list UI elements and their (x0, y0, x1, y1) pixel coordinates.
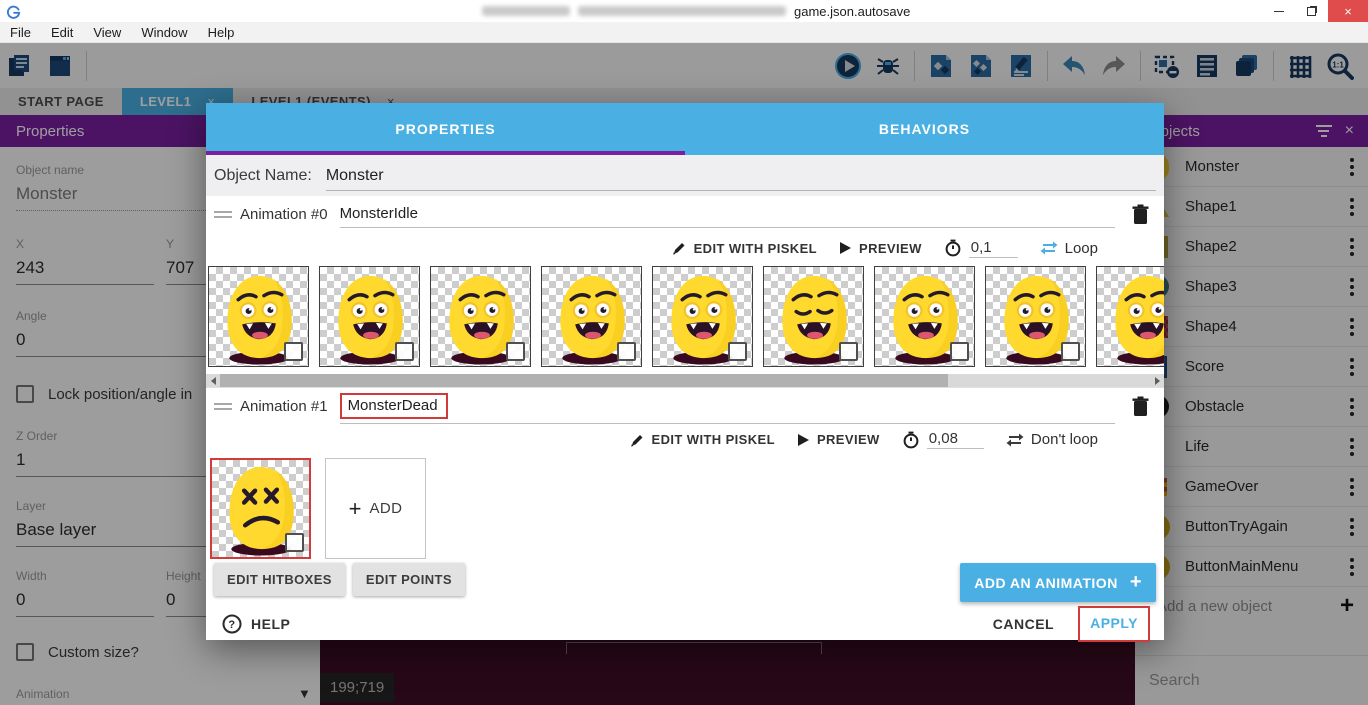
animation-1-controls: EDIT WITH PISKEL PREVIEW 0,08 Don't loop (206, 425, 1164, 454)
help-icon: ? (222, 614, 242, 634)
svg-text:?: ? (228, 619, 235, 631)
loop-toggle[interactable]: Loop (1040, 240, 1098, 257)
time-between-frames: 0,1 (944, 239, 1018, 258)
drag-handle-icon[interactable] (214, 403, 232, 410)
plus-icon: + (349, 496, 362, 522)
animation-frame[interactable] (652, 266, 753, 367)
animation-0-header: Animation #0 MonsterIdle (206, 196, 1164, 233)
pencil-icon (671, 240, 687, 256)
trash-icon (1131, 396, 1150, 417)
animation-frame[interactable] (319, 266, 420, 367)
animation-1-name-input[interactable]: MonsterDead (340, 393, 448, 419)
object-name-label: Object Name: (214, 167, 312, 185)
redacted-text (578, 6, 786, 16)
add-animation-button[interactable]: ADD AN ANIMATION + (960, 563, 1156, 602)
drag-handle-icon[interactable] (214, 211, 232, 218)
apply-button[interactable]: APPLY (1090, 615, 1138, 631)
window-title: game.json.autosave (482, 0, 910, 22)
frame-checkbox[interactable] (284, 342, 303, 361)
frame-checkbox[interactable] (285, 533, 304, 552)
loop-icon (1040, 240, 1058, 256)
menu-bar: File Edit View Window Help (0, 22, 1368, 43)
animation-frame[interactable] (874, 266, 975, 367)
minimize-button[interactable] (1262, 0, 1295, 22)
title-bar: game.json.autosave × (0, 0, 1368, 22)
scrollbar-thumb[interactable] (220, 374, 948, 387)
loop-label: Don't loop (1031, 431, 1098, 448)
cancel-button[interactable]: CANCEL (987, 608, 1060, 640)
animation-1-frames: +ADD (206, 454, 1164, 561)
active-tab-indicator (206, 151, 685, 155)
animation-frame[interactable] (763, 266, 864, 367)
menu-help[interactable]: Help (198, 25, 245, 40)
loop-toggle[interactable]: Don't loop (1006, 431, 1098, 448)
frame-checkbox[interactable] (950, 342, 969, 361)
animation-1-label: Animation #1 (240, 398, 328, 415)
tab-behaviors[interactable]: BEHAVIORS (685, 103, 1164, 155)
delete-animation-button[interactable] (1131, 204, 1150, 225)
edit-with-piskel-button[interactable]: EDIT WITH PISKEL (629, 432, 775, 448)
pencil-icon (629, 432, 645, 448)
add-frame-button[interactable]: +ADD (325, 458, 426, 559)
scroll-left-icon[interactable] (206, 374, 220, 387)
animation-0-label: Animation #0 (240, 206, 328, 223)
redacted-text (482, 6, 570, 16)
edit-points-button[interactable]: EDIT POINTS (353, 563, 465, 596)
play-icon (797, 433, 810, 447)
time-between-frames: 0,08 (902, 430, 984, 449)
animation-frame[interactable] (208, 266, 309, 367)
delete-animation-button[interactable] (1131, 396, 1150, 417)
restore-button[interactable] (1295, 0, 1328, 22)
gdevelop-logo-icon (6, 4, 21, 19)
frame-checkbox[interactable] (506, 342, 525, 361)
help-button[interactable]: ? HELP (222, 614, 290, 634)
speed-input[interactable]: 0,08 (927, 430, 984, 449)
loop-label: Loop (1065, 240, 1098, 257)
plus-icon: + (1130, 571, 1142, 594)
loop-icon (1006, 432, 1024, 448)
animation-frame[interactable] (1096, 266, 1164, 367)
animation-0-controls: EDIT WITH PISKEL PREVIEW 0,1 Loop (206, 233, 1164, 263)
animation-frame[interactable] (541, 266, 642, 367)
speed-input[interactable]: 0,1 (969, 239, 1018, 258)
edit-with-piskel-button[interactable]: EDIT WITH PISKEL (671, 240, 817, 256)
stopwatch-icon (944, 239, 962, 257)
animation-frame[interactable] (430, 266, 531, 367)
preview-button[interactable]: PREVIEW (839, 241, 922, 256)
frames-scrollbar[interactable] (206, 374, 1164, 387)
dialog-tab-bar: PROPERTIES BEHAVIORS (206, 103, 1164, 155)
frame-checkbox[interactable] (728, 342, 747, 361)
monster-sprite (1100, 269, 1164, 365)
menu-window[interactable]: Window (131, 25, 197, 40)
animation-frame[interactable] (985, 266, 1086, 367)
frame-checkbox[interactable] (1061, 342, 1080, 361)
tab-properties[interactable]: PROPERTIES (206, 103, 685, 155)
stopwatch-icon (902, 431, 920, 449)
object-name-row: Object Name: Monster (206, 155, 1164, 196)
trash-icon (1131, 204, 1150, 225)
edit-hitboxes-button[interactable]: EDIT HITBOXES (214, 563, 345, 596)
dialog-actions-row: EDIT HITBOXES EDIT POINTS ADD AN ANIMATI… (206, 561, 1164, 602)
app-window: game.json.autosave × File Edit View Wind… (0, 0, 1368, 705)
object-editor-dialog: PROPERTIES BEHAVIORS Object Name: Monste… (206, 103, 1164, 640)
apply-highlight-box: APPLY (1078, 606, 1150, 642)
menu-edit[interactable]: Edit (41, 25, 83, 40)
close-button[interactable]: × (1328, 0, 1368, 22)
frame-checkbox[interactable] (395, 342, 414, 361)
play-icon (839, 241, 852, 255)
menu-view[interactable]: View (83, 25, 131, 40)
object-name-input[interactable]: Monster (326, 161, 1156, 191)
frame-checkbox[interactable] (617, 342, 636, 361)
animation-frame[interactable] (210, 458, 311, 559)
animation-1-header: Animation #1 MonsterDead (206, 387, 1164, 425)
frame-checkbox[interactable] (839, 342, 858, 361)
menu-file[interactable]: File (0, 25, 41, 40)
animation-0-name-input[interactable]: MonsterIdle (340, 205, 418, 222)
scroll-right-icon[interactable] (1150, 374, 1164, 387)
preview-button[interactable]: PREVIEW (797, 432, 880, 447)
dialog-footer: ? HELP CANCEL APPLY (206, 602, 1164, 652)
animation-0-frames (206, 263, 1164, 372)
window-title-text: game.json.autosave (794, 4, 910, 19)
